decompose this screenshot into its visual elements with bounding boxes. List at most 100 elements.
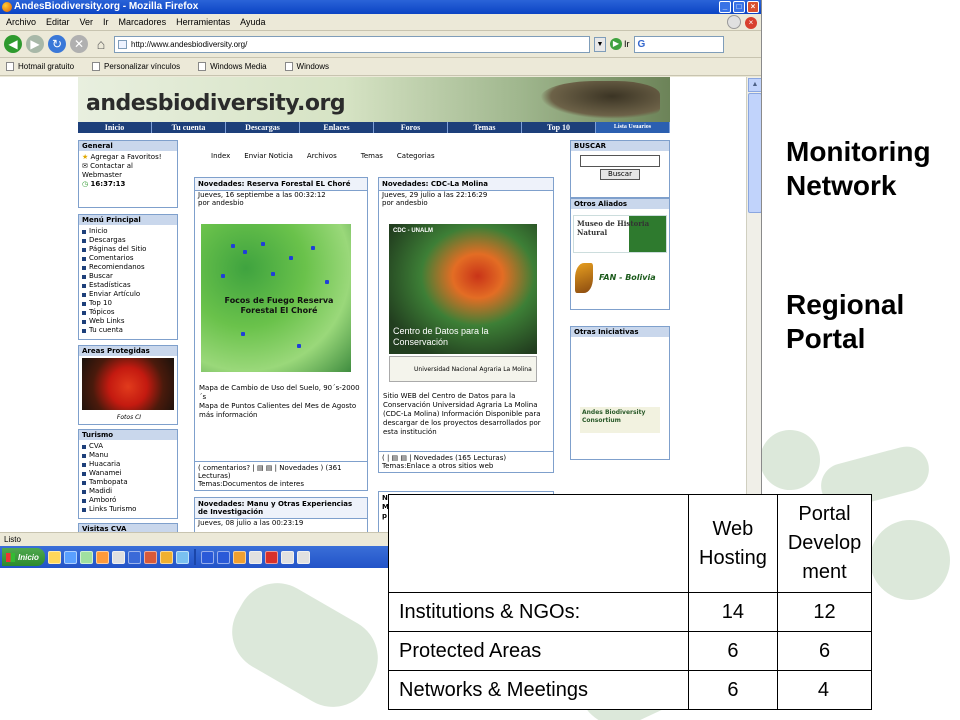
taskbar-app-icon[interactable]: [200, 550, 214, 564]
news-1-more-link[interactable]: más información: [199, 411, 365, 420]
bookmark-personalizar[interactable]: Personalizar vínculos: [92, 62, 180, 71]
site-search-button[interactable]: Buscar: [600, 169, 640, 180]
macaw-image[interactable]: CDC - UNALM Centro de Datos para la Cons…: [389, 224, 537, 354]
menu-principal-item[interactable]: Web Links: [82, 317, 174, 326]
quicklaunch-icon[interactable]: [111, 550, 125, 564]
turismo-item[interactable]: Links Turismo: [82, 505, 174, 514]
turismo-item[interactable]: Huacaria: [82, 460, 174, 469]
quicklaunch-icon[interactable]: [175, 550, 189, 564]
site-nav-top10[interactable]: Top 10: [522, 122, 596, 133]
site-search-input[interactable]: [580, 155, 660, 167]
fan-bolivia-logo[interactable]: FAN - Bolivia: [573, 259, 667, 297]
taskbar-app-icon[interactable]: [264, 550, 278, 564]
maximize-button[interactable]: □: [733, 1, 745, 13]
turismo-item[interactable]: Amboró: [82, 496, 174, 505]
favorites-link[interactable]: ★ Agregar a Favoritos!: [82, 153, 174, 162]
site-nav-tu-cuenta[interactable]: Tu cuenta: [152, 122, 226, 133]
scroll-thumb[interactable]: [748, 93, 761, 213]
search-input[interactable]: G: [633, 35, 724, 53]
site-nav-descargas[interactable]: Descargas: [226, 122, 300, 133]
news-1-line[interactable]: Mapa de Cambio de Uso del Suelo, 90´s-20…: [199, 384, 365, 402]
menu-marcadores[interactable]: Marcadores: [119, 17, 167, 27]
turismo-item[interactable]: Wanamei: [82, 469, 174, 478]
vertical-scrollbar[interactable]: ▲ ▼: [746, 77, 761, 532]
turismo-item[interactable]: Tambopata: [82, 478, 174, 487]
bookmark-hotmail[interactable]: Hotmail gratuito: [6, 62, 74, 71]
menu-principal-item[interactable]: Páginas del Sitio: [82, 245, 174, 254]
fire-map-image[interactable]: Focos de Fuego Reserva Forestal El Choré: [201, 224, 351, 372]
menu-editar[interactable]: Editar: [46, 17, 70, 27]
site-nav-enlaces[interactable]: Enlaces: [300, 122, 374, 133]
menu-principal-item[interactable]: Estadísticas: [82, 281, 174, 290]
url-dropdown-button[interactable]: ▼: [594, 36, 606, 52]
table-cell-label: Networks & Meetings: [388, 670, 689, 710]
scroll-up-button[interactable]: ▲: [748, 78, 761, 92]
quicklaunch-icon[interactable]: [127, 550, 141, 564]
back-button[interactable]: ◀: [4, 35, 22, 53]
bookmark-windows-media[interactable]: Windows Media: [198, 62, 267, 71]
stop-button[interactable]: ✕: [70, 35, 88, 53]
news-1-footer-line[interactable]: ( comentarios? | ▤ ▤ | Novedades ) (361 …: [198, 464, 364, 480]
close-button[interactable]: ×: [747, 1, 759, 13]
close-tab-icon[interactable]: ×: [745, 17, 757, 29]
forward-button[interactable]: ▶: [26, 35, 44, 53]
reload-button[interactable]: ↻: [48, 35, 66, 53]
contact-link[interactable]: ✉ Contactar al Webmaster: [82, 162, 174, 180]
site-nav-inicio[interactable]: Inicio: [78, 122, 152, 133]
news-1-topic[interactable]: Temas:Documentos de interes: [198, 480, 364, 488]
taskbar-app-icon[interactable]: [248, 550, 262, 564]
news-1-title[interactable]: Novedades: Reserva Forestal EL Choré: [195, 178, 367, 191]
news-2-body[interactable]: Sitio WEB del Centro de Datos para la Co…: [383, 392, 551, 437]
home-button[interactable]: ⌂: [92, 35, 110, 53]
taskbar-app-icon[interactable]: [296, 550, 310, 564]
andes-consortium-logo[interactable]: Andes Biodiversity Consortium: [580, 407, 660, 433]
menu-principal-item[interactable]: Enviar Artículo: [82, 290, 174, 299]
quicklaunch-icon[interactable]: [159, 550, 173, 564]
taskbar-app-icon[interactable]: [232, 550, 246, 564]
turismo-item[interactable]: CVA: [82, 442, 174, 451]
url-input[interactable]: http://www.andesbiodiversity.org/: [114, 35, 590, 53]
menu-principal-item[interactable]: Inicio: [82, 227, 174, 236]
bookmark-windows[interactable]: Windows: [284, 62, 329, 71]
site-nav-temas[interactable]: Temas: [448, 122, 522, 133]
quicklaunch-icon[interactable]: [79, 550, 93, 564]
link-temas[interactable]: Temas: [361, 152, 383, 160]
site-nav-foros[interactable]: Foros: [374, 122, 448, 133]
taskbar-app-icon[interactable]: [280, 550, 294, 564]
link-enviar-noticia[interactable]: Enviar Noticia: [244, 152, 293, 160]
menu-principal-item[interactable]: Tópicos: [82, 308, 174, 317]
news-2-footer-line[interactable]: ( | ▤ ▤ | Novedades (165 Lecturas): [382, 454, 550, 462]
news-3-title[interactable]: Novedades: Manu y Otras Experiencias de …: [195, 498, 367, 519]
start-button[interactable]: Inicio: [2, 548, 45, 566]
quicklaunch-icon[interactable]: [63, 550, 77, 564]
site-nav-lista-usuarios[interactable]: Lista Usuarios: [596, 122, 670, 133]
menu-ayuda[interactable]: Ayuda: [240, 17, 265, 27]
menu-principal-item[interactable]: Recomiendanos: [82, 263, 174, 272]
quicklaunch-icon[interactable]: [95, 550, 109, 564]
link-index[interactable]: Index: [211, 152, 230, 160]
site-logo[interactable]: andesbiodiversity.org: [86, 91, 346, 116]
news-1-line[interactable]: Mapa de Puntos Calientes del Mes de Agos…: [199, 402, 365, 411]
taskbar-app-icon[interactable]: [216, 550, 230, 564]
menu-principal-item[interactable]: Top 10: [82, 299, 174, 308]
menu-principal-item[interactable]: Tu cuenta: [82, 326, 174, 335]
menu-ir[interactable]: Ir: [103, 17, 109, 27]
news-2-topic[interactable]: Temas:Enlace a otros sitios web: [382, 462, 550, 470]
menu-principal-item[interactable]: Buscar: [82, 272, 174, 281]
news-2-title[interactable]: Novedades: CDC-La Molina: [379, 178, 553, 191]
link-categorias[interactable]: Categorias: [397, 152, 435, 160]
museo-logo[interactable]: Museo de Historia Natural: [573, 215, 667, 253]
turismo-item[interactable]: Madidi: [82, 487, 174, 496]
menu-principal-item[interactable]: Descargas: [82, 236, 174, 245]
menu-archivo[interactable]: Archivo: [6, 17, 36, 27]
flower-photo[interactable]: [82, 358, 174, 410]
link-archivos[interactable]: Archivos: [307, 152, 337, 160]
menu-principal-item[interactable]: Comentarios: [82, 254, 174, 263]
menu-herramientas[interactable]: Herramientas: [176, 17, 230, 27]
turismo-item[interactable]: Manu: [82, 451, 174, 460]
minimize-button[interactable]: _: [719, 1, 731, 13]
go-button[interactable]: ▶ Ir: [610, 38, 630, 50]
quicklaunch-icon[interactable]: [47, 550, 61, 564]
menu-ver[interactable]: Ver: [80, 17, 94, 27]
quicklaunch-icon[interactable]: [143, 550, 157, 564]
